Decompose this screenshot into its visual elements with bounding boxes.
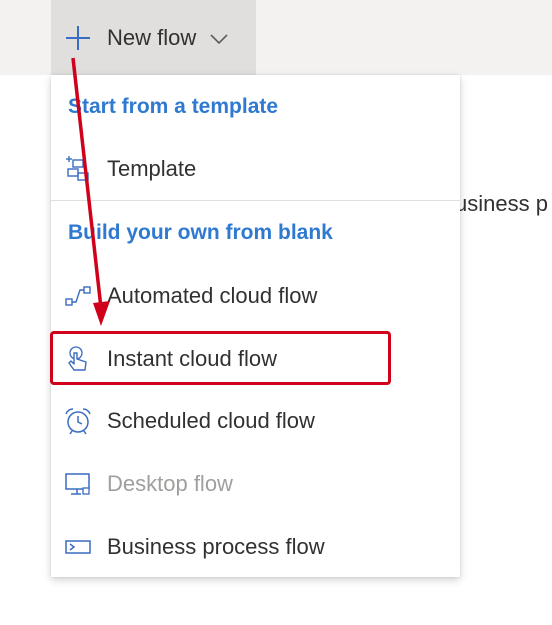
menu-item-template[interactable]: Template (51, 143, 460, 195)
touch-icon (63, 344, 93, 374)
desktop-icon (63, 469, 93, 499)
chevron-down-icon (210, 32, 228, 44)
menu-item-label: Business process flow (107, 534, 325, 559)
section-title-template: Start from a template (68, 95, 279, 118)
alarm-clock-icon (63, 406, 93, 436)
menu-divider (51, 200, 460, 201)
section-title-blank: Build your own from blank (68, 221, 333, 244)
menu-item-label: Automated cloud flow (107, 283, 318, 308)
template-icon (63, 154, 93, 184)
background-partial-text: usiness p (455, 191, 548, 216)
plus-icon (65, 25, 91, 51)
menu-item-label: Instant cloud flow (107, 346, 277, 371)
new-flow-button[interactable]: New flow (51, 0, 256, 75)
business-process-icon (63, 532, 93, 562)
menu-item-label: Scheduled cloud flow (107, 408, 315, 433)
menu-item-instant-cloud-flow[interactable]: Instant cloud flow (51, 333, 460, 385)
menu-item-label: Template (107, 156, 197, 181)
new-flow-label: New flow (107, 24, 197, 50)
menu-item-business-process-flow[interactable]: Business process flow (51, 521, 460, 573)
menu-item-automated-cloud-flow[interactable]: Automated cloud flow (51, 270, 460, 322)
automated-flow-icon (63, 281, 93, 311)
menu-item-desktop-flow[interactable]: Desktop flow (51, 458, 460, 510)
new-flow-dropdown-menu: Start from a template Template Build you… (51, 75, 460, 577)
menu-item-label: Desktop flow (107, 471, 233, 496)
menu-item-scheduled-cloud-flow[interactable]: Scheduled cloud flow (51, 395, 460, 447)
